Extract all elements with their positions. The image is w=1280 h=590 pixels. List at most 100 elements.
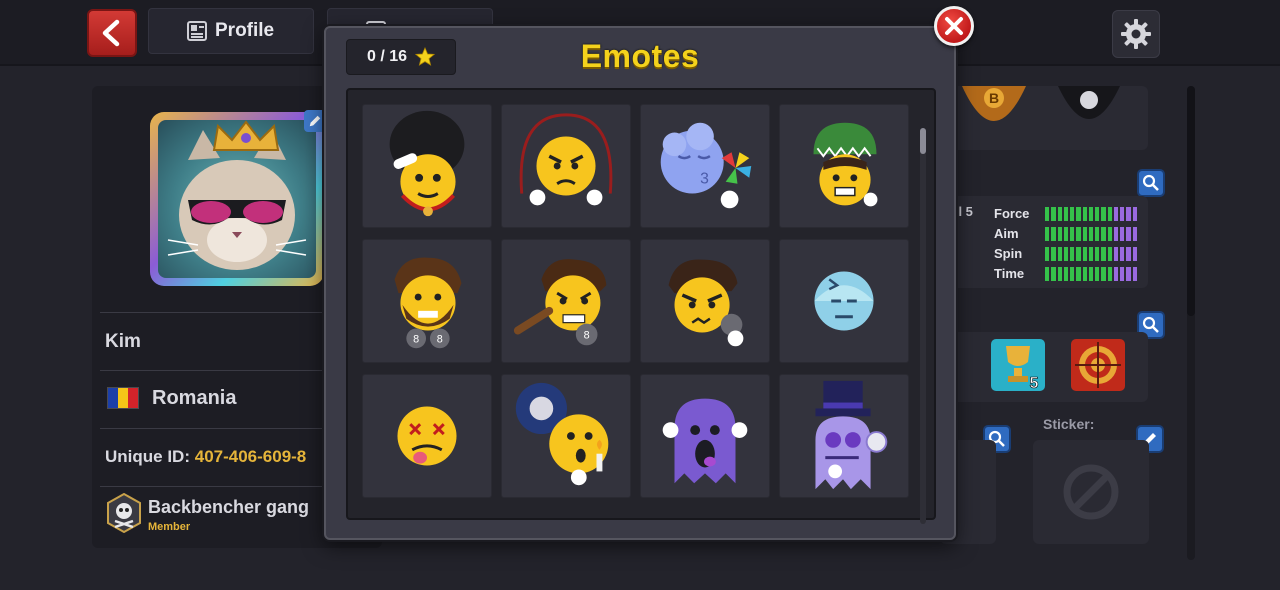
stat-segment-upgrade (1113, 207, 1119, 221)
caveman-balls-emote: 8 8 (394, 257, 462, 349)
unique-id-row: Unique ID: 407-406-609-8 (100, 428, 322, 486)
stat-segment-filled (1101, 227, 1106, 241)
stat-segment-upgrade (1120, 247, 1125, 261)
stat-segment-filled (1095, 267, 1100, 281)
close-icon (945, 17, 963, 35)
club-row[interactable]: Backbencher gang Member (100, 486, 322, 542)
stat-segment-filled (1051, 247, 1056, 261)
stat-segment-filled (1088, 247, 1094, 261)
stat-segment-filled (1063, 267, 1069, 281)
stat-force-bar (1045, 207, 1137, 221)
stat-segment-filled (1076, 247, 1081, 261)
settings-button[interactable] (1112, 10, 1160, 58)
stat-segment-filled (1107, 227, 1112, 241)
stat-segment-upgrade (1132, 207, 1137, 221)
stat-segment-filled (1107, 207, 1112, 221)
emote-cell[interactable] (501, 104, 631, 228)
emote-cell[interactable]: 8 8 (362, 239, 492, 363)
emote-cell[interactable] (501, 374, 631, 498)
surprised-ball-emote (515, 382, 609, 486)
stat-segment-filled (1051, 267, 1056, 281)
stat-segment-upgrade (1132, 267, 1137, 281)
stat-segment-upgrade (1113, 267, 1119, 281)
search-button-stats[interactable] (1137, 169, 1165, 197)
blowing-cloud-emote: 3 (660, 122, 752, 209)
emote-scrollbar-thumb[interactable] (920, 128, 926, 154)
emote-cell[interactable]: 8 (501, 239, 631, 363)
trophy-icon: 5 (991, 339, 1045, 392)
stat-segment-upgrade (1126, 207, 1131, 221)
stat-segment-filled (1095, 247, 1100, 261)
stat-segment-filled (1045, 267, 1050, 281)
stat-segment-filled (1063, 207, 1069, 221)
stat-segment-filled (1057, 207, 1062, 221)
avatar[interactable] (150, 100, 324, 296)
stat-spin-label: Spin (994, 246, 1023, 261)
emote-scrollbar-track[interactable] (920, 128, 926, 524)
club-role: Member (148, 521, 191, 533)
stat-segment-filled (1082, 227, 1087, 241)
stat-time-bar (1045, 267, 1137, 281)
pencil-icon (309, 115, 321, 127)
stat-segment-filled (1070, 207, 1075, 221)
emote-cell[interactable] (362, 374, 492, 498)
stat-segment-filled (1095, 207, 1100, 221)
close-button[interactable] (934, 6, 974, 46)
emote-cell[interactable]: 3 (640, 104, 770, 228)
stat-segment-filled (1082, 267, 1087, 281)
stat-segment-upgrade (1132, 247, 1137, 261)
stat-segment-filled (1070, 227, 1075, 241)
stat-segment-filled (1082, 247, 1087, 261)
purple-ghost-emote (662, 398, 748, 484)
emote-cell[interactable] (640, 239, 770, 363)
gear-icon (1121, 19, 1151, 49)
trophy-count: 5 (1030, 375, 1039, 392)
stat-segment-filled (1051, 227, 1056, 241)
caveman-club-emote: 8 (513, 259, 607, 346)
svg-text:3: 3 (700, 171, 709, 188)
emote-cell[interactable] (779, 104, 909, 228)
frozen-face-emote (814, 271, 874, 331)
stat-segment-filled (1076, 207, 1081, 221)
stat-segment-upgrade (1126, 227, 1131, 241)
page-scrollbar-thumb[interactable] (1187, 86, 1195, 316)
stat-segment-filled (1107, 247, 1112, 261)
emote-cell[interactable] (779, 239, 909, 363)
dizzy-tongue-emote (397, 406, 457, 466)
stat-aim-label: Aim (994, 226, 1019, 241)
stat-segment-filled (1045, 247, 1050, 261)
stat-segment-filled (1101, 207, 1106, 221)
stat-segment-filled (1076, 227, 1081, 241)
stat-segment-filled (1045, 207, 1050, 221)
stat-segment-filled (1070, 247, 1075, 261)
unique-id: Unique ID: 407-406-609-8 (105, 447, 306, 467)
stat-segment-filled (1057, 267, 1062, 281)
edit-avatar-button[interactable] (304, 110, 326, 132)
stat-aim-bar (1045, 227, 1137, 241)
target-icon (1071, 339, 1125, 391)
sticker-slot[interactable] (1033, 440, 1149, 544)
chevron-left-icon (102, 19, 120, 47)
stat-segment-upgrade (1120, 267, 1125, 281)
stat-segment-filled (1088, 227, 1094, 241)
unique-id-value[interactable]: 407-406-609-8 (195, 447, 307, 466)
emote-grid[interactable]: 3 8 8 8 (346, 88, 936, 520)
avatar-image (158, 120, 316, 278)
skull-badge-icon (107, 493, 141, 533)
emotes-modal: 0 / 16 Emotes 3 8 8 8 (324, 26, 956, 540)
tab-profile[interactable]: Profile (148, 8, 314, 54)
stat-segment-filled (1101, 247, 1106, 261)
emote-cell[interactable] (640, 374, 770, 498)
stat-segment-filled (1057, 247, 1062, 261)
stat-segment-upgrade (1120, 207, 1125, 221)
stat-segment-upgrade (1126, 247, 1131, 261)
player-name: Kim (105, 331, 141, 352)
emote-cell[interactable] (362, 104, 492, 228)
stat-segment-filled (1051, 207, 1056, 221)
stat-segment-filled (1057, 227, 1062, 241)
emote-cell[interactable] (779, 374, 909, 498)
back-button[interactable] (87, 9, 137, 57)
crown-icon (212, 120, 280, 151)
stat-segment-upgrade (1126, 267, 1131, 281)
stat-segment-filled (1095, 227, 1100, 241)
